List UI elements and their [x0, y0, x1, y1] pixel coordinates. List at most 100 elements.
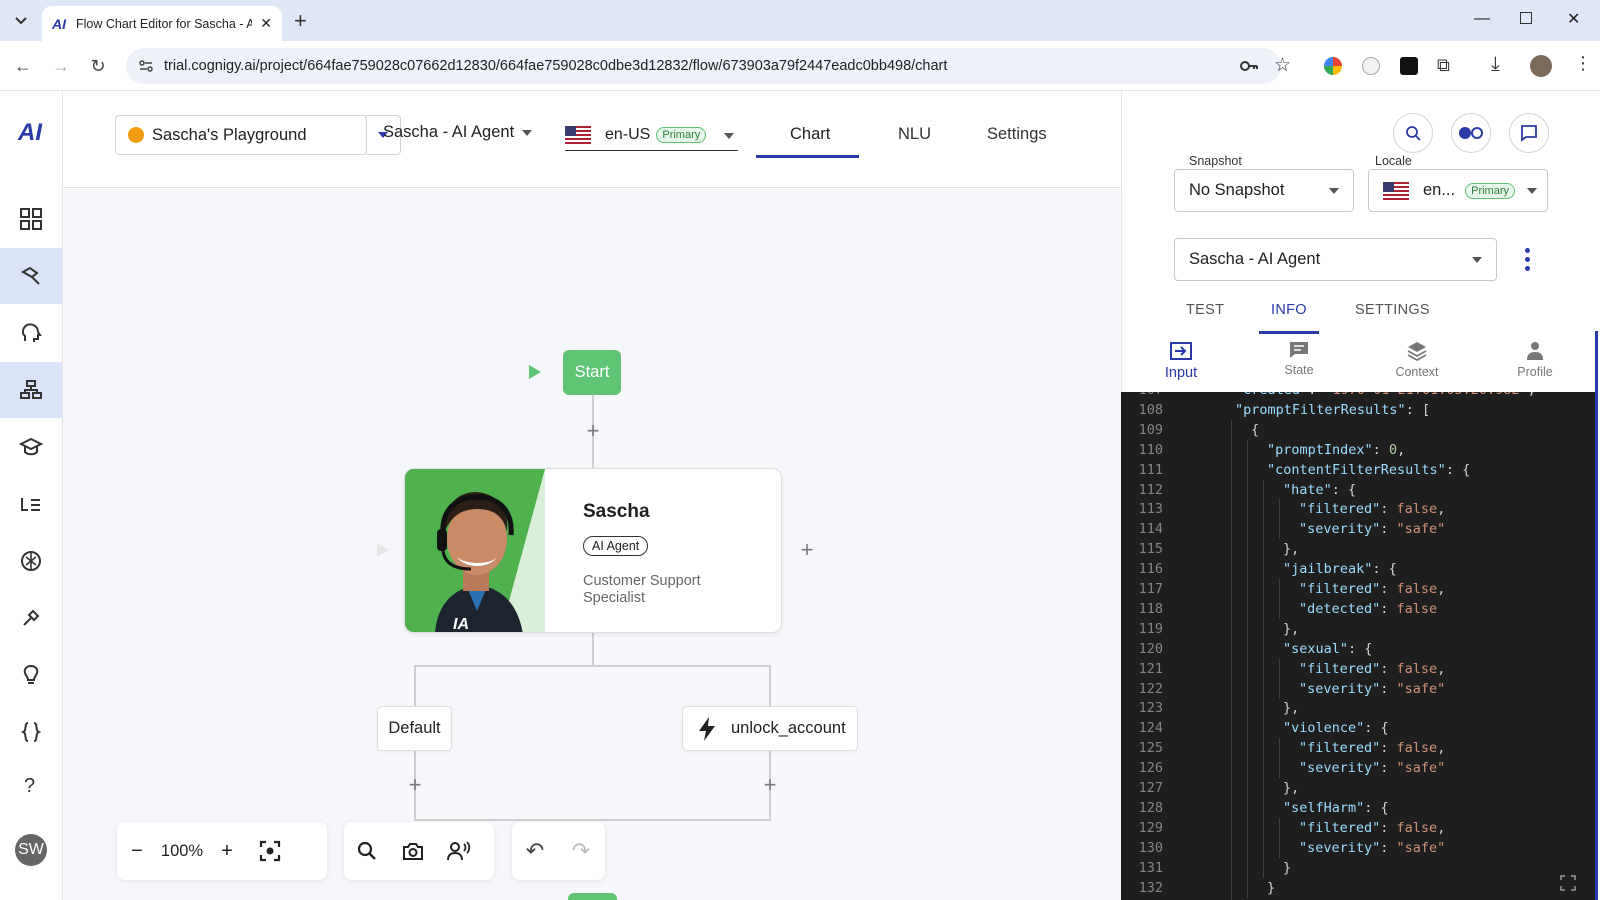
cognigy-logo[interactable]: AI — [18, 119, 42, 147]
nav-flows[interactable] — [0, 362, 62, 418]
indent-guide — [1231, 598, 1232, 619]
endpoint-select[interactable]: Sascha - AI Agent — [1174, 238, 1497, 281]
locale-label: en-US — [605, 125, 651, 143]
indent-guide — [1263, 638, 1264, 659]
next-node-stub[interactable] — [568, 893, 617, 900]
bookmark-star-icon[interactable]: ☆ — [1274, 54, 1291, 77]
line-number: 115 — [1138, 541, 1163, 558]
panel-scrollbar[interactable] — [1595, 331, 1598, 900]
json-code-viewer[interactable]: 107 "created": "1970-01-21T01:05:20.982",… — [1121, 392, 1595, 900]
window-close-icon[interactable]: ✕ — [1567, 9, 1580, 29]
add-node-icon[interactable]: + — [405, 774, 425, 796]
extension-dark-icon[interactable] — [1400, 57, 1418, 75]
downloads-icon[interactable]: ⤓ — [1491, 53, 1500, 76]
nav-learn[interactable] — [0, 419, 62, 475]
nav-dashboard[interactable] — [0, 191, 62, 247]
code-text: "jailbreak": { — [1283, 561, 1397, 578]
subtab-profile[interactable]: Profile — [1500, 341, 1570, 379]
screenshot-button[interactable] — [390, 831, 436, 871]
profile-avatar-icon[interactable] — [1530, 55, 1552, 77]
subtab-context[interactable]: Context — [1382, 341, 1452, 379]
code-text: "contentFilterResults": { — [1267, 461, 1471, 478]
new-tab-button[interactable]: + — [294, 8, 307, 34]
search-nodes-button[interactable] — [344, 831, 390, 871]
panel-toggle-button[interactable] — [1451, 113, 1491, 153]
default-branch-node[interactable]: Default — [377, 706, 452, 751]
nav-lists[interactable] — [0, 476, 62, 532]
play-icon[interactable] — [529, 365, 541, 379]
locale-label: Locale — [1375, 154, 1412, 168]
nav-ai[interactable] — [0, 533, 62, 589]
extension-color-icon[interactable] — [1324, 57, 1342, 75]
nav-agents[interactable] — [0, 305, 62, 361]
code-text: }, — [1283, 620, 1300, 637]
line-number: 131 — [1138, 859, 1163, 876]
browser-menu-icon[interactable]: ⋮ — [1574, 53, 1592, 74]
snapshot-select[interactable]: No Snapshot — [1174, 169, 1354, 212]
nav-tools[interactable] — [0, 590, 62, 646]
undo-button[interactable]: ↶ — [512, 831, 558, 871]
zoom-out-button[interactable]: − — [117, 831, 157, 871]
panel-tab-info[interactable]: INFO — [1271, 302, 1307, 318]
forward-button[interactable]: → — [49, 54, 73, 78]
address-bar[interactable]: trial.cognigy.ai/project/664fae759028c07… — [126, 48, 1291, 84]
user-avatar[interactable]: SW — [15, 834, 47, 866]
code-text: } — [1283, 859, 1292, 876]
locale-selector[interactable]: en-US Primary — [565, 119, 738, 151]
indent-guide — [1247, 758, 1248, 779]
panel-tab-settings[interactable]: SETTINGS — [1355, 302, 1430, 318]
redo-button[interactable]: ↷ — [558, 831, 604, 871]
expand-icon[interactable] — [1560, 875, 1576, 891]
back-button[interactable]: ← — [11, 54, 35, 78]
play-icon[interactable] — [377, 543, 389, 557]
connector-line — [414, 819, 771, 821]
password-key-icon[interactable] — [1239, 57, 1259, 75]
window-minimize-icon[interactable]: — — [1474, 10, 1490, 28]
nav-insights[interactable] — [0, 647, 62, 703]
browser-tab-active[interactable]: AI Flow Chart Editor for Sascha - A ✕ — [42, 6, 282, 41]
voice-preview-button[interactable] — [436, 831, 482, 871]
subtab-state[interactable]: State — [1264, 341, 1334, 377]
nav-build[interactable] — [0, 248, 62, 304]
indent-guide — [1247, 479, 1248, 500]
more-options-icon[interactable] — [1525, 248, 1531, 271]
tool-branch-node[interactable]: unlock_account — [682, 706, 858, 751]
tab-settings[interactable]: Settings — [987, 125, 1047, 144]
fit-to-screen-button[interactable] — [247, 831, 293, 871]
add-node-icon[interactable]: + — [797, 539, 817, 561]
project-selector[interactable]: Sascha's Playground — [115, 115, 367, 155]
us-flag-icon — [565, 125, 591, 144]
primary-badge: Primary — [1465, 182, 1515, 199]
agent-selector[interactable]: Sascha - AI Agent — [383, 123, 533, 142]
tab-nlu[interactable]: NLU — [898, 125, 931, 144]
add-node-icon[interactable]: + — [583, 420, 603, 442]
indent-guide — [1231, 678, 1232, 699]
us-flag-icon — [1383, 181, 1409, 200]
code-text: "severity": "safe" — [1299, 521, 1446, 538]
start-node[interactable]: Start — [563, 350, 621, 395]
reload-button[interactable]: ↻ — [86, 54, 110, 78]
tab-close-icon[interactable]: ✕ — [260, 15, 272, 32]
subtab-input[interactable]: Input — [1146, 341, 1216, 381]
add-node-icon[interactable]: + — [760, 774, 780, 796]
nav-code[interactable] — [0, 704, 62, 760]
indent-guide — [1247, 658, 1248, 679]
extensions-puzzle-icon[interactable]: ⧉ — [1437, 55, 1450, 76]
panel-chat-button[interactable] — [1509, 113, 1549, 153]
indent-guide — [1247, 718, 1248, 739]
code-text: "severity": "safe" — [1299, 680, 1446, 697]
panel-tab-test[interactable]: TEST — [1186, 302, 1224, 318]
lightning-icon — [699, 716, 715, 741]
zoom-in-button[interactable]: + — [207, 831, 247, 871]
site-info-icon[interactable] — [138, 58, 154, 74]
panel-locale-select[interactable]: en... Primary — [1368, 169, 1548, 212]
tab-chart[interactable]: Chart — [790, 125, 830, 144]
tab-list-dropdown[interactable] — [10, 10, 32, 32]
extension-panda-icon[interactable] — [1362, 57, 1380, 75]
ai-agent-node[interactable]: IA Sascha AI Agent Customer Support Spec… — [404, 468, 782, 633]
line-number: 113 — [1138, 501, 1163, 518]
indent-guide — [1263, 778, 1264, 798]
help-icon[interactable]: ? — [24, 775, 35, 798]
panel-search-button[interactable] — [1393, 113, 1433, 153]
window-restore-icon[interactable] — [1520, 12, 1532, 24]
